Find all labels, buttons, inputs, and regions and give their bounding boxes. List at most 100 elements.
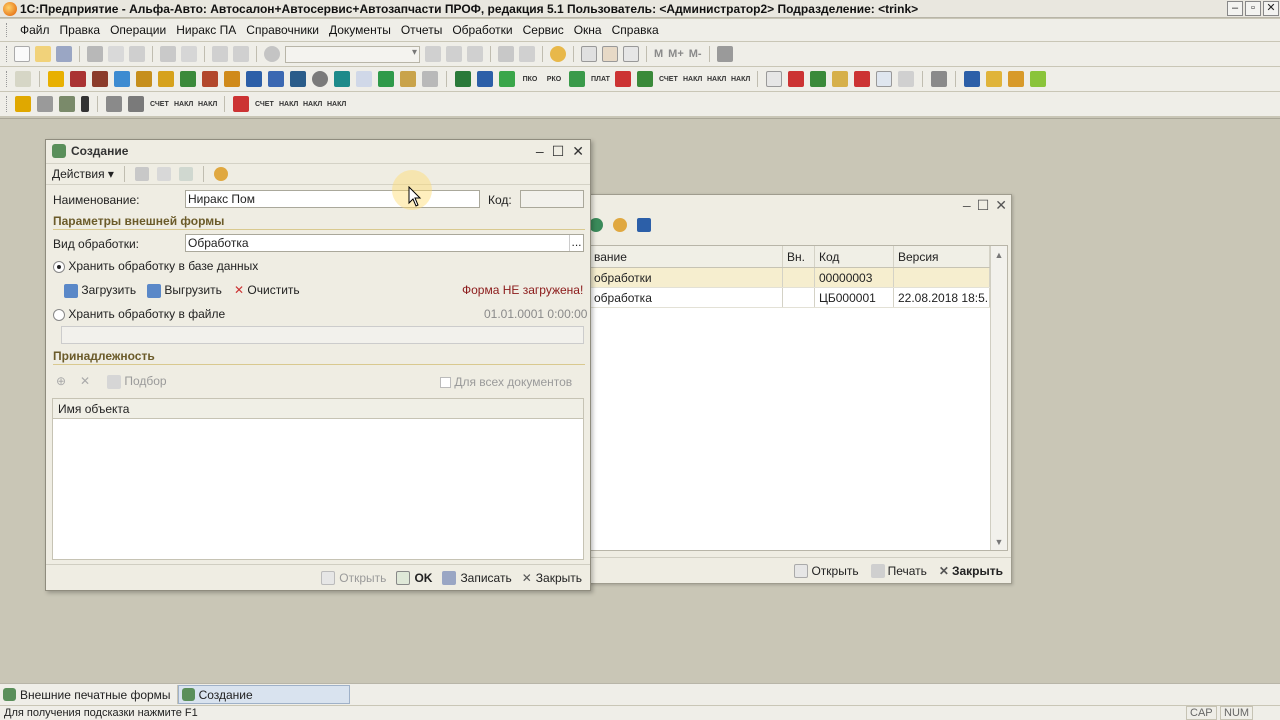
redo-icon[interactable] [233,46,249,62]
doc-nakl-icon[interactable]: СЧЕТ [150,101,169,108]
find-prev-icon[interactable] [467,46,483,62]
copy-doc-icon[interactable] [178,167,193,181]
info-icon[interactable] [550,46,566,62]
actions-menu[interactable]: Действия ▾ [52,167,114,181]
reread-icon[interactable] [156,167,171,181]
menu-catalogs[interactable]: Справочники [241,23,324,37]
maximize-button[interactable]: ☐ [552,143,565,160]
sigma-icon[interactable] [898,71,914,87]
help-icon[interactable] [613,218,627,232]
task-external-forms[interactable]: Внешние печатные формы [0,685,178,704]
memory-plus-button[interactable]: M+ [668,48,684,60]
doc-red-icon[interactable] [615,71,631,87]
kind-select-button[interactable]: ... [569,235,583,251]
report-icon[interactable] [477,71,493,87]
doc-nakl-icon[interactable]: НАКЛ [327,101,346,108]
boxes-icon[interactable] [224,71,240,87]
tree-icon[interactable] [637,218,651,232]
doc-nakl-icon[interactable]: НАКЛ [683,76,702,83]
new-document-icon[interactable] [14,46,30,62]
close-button[interactable]: ✕ [572,143,584,160]
accounting-icon[interactable] [48,71,64,87]
clear-search-icon[interactable] [425,46,441,62]
load-button[interactable]: Загрузить [64,283,136,298]
unload-button[interactable]: Выгрузить [147,283,222,298]
doc-nakl-icon[interactable]: НАКЛ [198,101,217,108]
scroll-up-icon[interactable]: ▲ [991,246,1007,263]
doc-plat-icon[interactable]: ПЛАТ [591,76,610,83]
link-icon[interactable] [519,46,535,62]
tools-set-icon[interactable] [128,96,144,112]
doc-nakl-icon[interactable]: НАКЛ [731,76,750,83]
doc-green-icon[interactable] [569,71,585,87]
memory-button[interactable]: M [654,48,663,60]
export-icon[interactable] [788,71,804,87]
engine-icon[interactable] [59,96,75,112]
cube-icon[interactable] [114,71,130,87]
all-docs-checkbox[interactable]: Для всех документов [440,375,572,389]
table-row[interactable]: обработка ЦБ000001 22.08.2018 18:5... [590,288,1007,308]
team-icon[interactable] [290,71,306,87]
menu-documents[interactable]: Документы [324,23,396,37]
radio-store-db[interactable]: Хранить обработку в базе данных [53,259,258,273]
menu-edit[interactable]: Правка [55,23,106,37]
name-field[interactable]: Ниракс Пом [185,190,480,208]
close-dialog-button[interactable]: ✕ Закрыть [522,571,582,585]
clipboard-icon[interactable] [15,71,31,87]
report-page-icon[interactable] [766,71,782,87]
doc-list-icon[interactable] [356,71,372,87]
screen-icon[interactable] [334,71,350,87]
minimize-button[interactable]: – [1227,1,1243,16]
open-folder-icon[interactable] [35,46,51,62]
arrows-icon[interactable] [854,71,870,87]
table-row[interactable]: обработки 00000003 [590,268,1007,288]
copy-icon[interactable] [108,46,124,62]
clear-button[interactable]: ✕ Очистить [234,283,300,297]
ok-button[interactable]: OK [396,570,432,585]
maximize-button[interactable]: ▫ [1245,1,1261,16]
pin-icon[interactable] [81,96,89,112]
handshake-icon[interactable] [37,96,53,112]
money-bag-icon[interactable] [1030,71,1046,87]
store-icon[interactable] [92,71,108,87]
dk-icon[interactable] [876,71,892,87]
wheel-icon[interactable] [312,71,328,87]
transfer-icon[interactable] [499,71,515,87]
calculator-icon[interactable] [581,46,597,62]
people-icon[interactable] [1008,71,1024,87]
minimize-button[interactable]: – [536,143,544,160]
radio-store-file[interactable]: Хранить обработку в файле [53,307,225,321]
wrench-icon[interactable] [106,96,122,112]
tools-icon[interactable] [716,46,733,62]
stats-icon[interactable] [810,71,826,87]
doc-schet-icon[interactable]: СЧЕТ [255,101,274,108]
help-icon[interactable] [213,167,228,181]
delete-icon[interactable]: ✕ [80,374,90,388]
save-button[interactable]: Записать [442,570,512,585]
scroll-down-icon[interactable]: ▼ [991,533,1007,550]
table-scrollbar[interactable]: ▲ ▼ [990,246,1007,550]
column-vn[interactable]: Вн. [783,246,815,267]
doc-pko-icon[interactable]: ПКО [521,76,539,83]
search-icon[interactable] [264,46,280,62]
column-object-name[interactable]: Имя объекта [53,399,583,419]
doc-nakl-icon[interactable]: НАКЛ [174,101,193,108]
megaphone-icon[interactable] [931,71,947,87]
open-button[interactable]: Открыть [794,563,859,578]
cut-icon[interactable] [87,46,103,62]
code-field[interactable] [520,190,584,208]
kind-field[interactable]: Обработка [185,234,584,252]
calendar-icon[interactable] [602,46,618,62]
column-name[interactable]: вание [590,246,783,267]
money-icon[interactable] [15,96,31,112]
menu-operations[interactable]: Операции [105,23,171,37]
address-book-icon[interactable] [964,71,980,87]
column-code[interactable]: Код [815,246,894,267]
close-window-button[interactable]: ✕ Закрыть [939,564,1003,578]
bars-icon[interactable] [832,71,848,87]
menu-windows[interactable]: Окна [569,23,607,37]
refresh-icon[interactable] [589,218,603,232]
menu-file[interactable]: Файл [15,23,55,37]
service-doc-icon[interactable] [233,96,249,112]
undo-icon[interactable] [212,46,228,62]
